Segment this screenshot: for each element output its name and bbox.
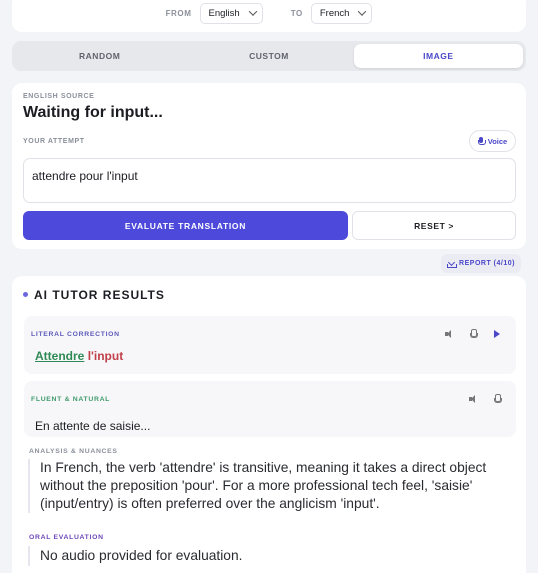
fluent-natural-section: FLUENT & NATURAL En attente de saisie...	[24, 381, 516, 437]
fluent-natural-label: FLUENT & NATURAL	[31, 396, 111, 403]
mode-tabs: RANDOM CUSTOM IMAGE	[12, 41, 526, 71]
chevron-down-icon	[358, 7, 367, 16]
download-icon	[447, 260, 458, 268]
reset-button[interactable]: RESET >	[352, 211, 516, 240]
from-label: FROM	[165, 8, 192, 18]
speaker-icon[interactable]	[469, 394, 479, 404]
attempt-input[interactable]: attendre pour l'input	[23, 158, 516, 203]
evaluate-button[interactable]: EVALUATE TRANSLATION	[23, 211, 348, 240]
to-language-select[interactable]: French	[310, 2, 373, 24]
report-button-label: REPORT (4/10)	[459, 260, 515, 267]
voice-button[interactable]: Voice	[469, 130, 516, 152]
tab-image[interactable]: IMAGE	[353, 44, 523, 68]
source-text: Waiting for input...	[23, 104, 163, 121]
from-language-select[interactable]: English	[199, 2, 263, 24]
attempt-label: YOUR ATTEMPT	[23, 138, 85, 145]
results-title: AI TUTOR RESULTS	[34, 288, 165, 302]
mic-icon	[477, 136, 486, 146]
literal-correction-label: LITERAL CORRECTION	[31, 331, 120, 338]
literal-correction-text: Attendre l'input	[35, 349, 123, 363]
correct-word: Attendre	[35, 349, 85, 363]
language-selector-bar: FROM English TO French	[12, 0, 526, 32]
incorrect-word: l'input	[87, 349, 124, 363]
mic-icon[interactable]	[468, 329, 478, 339]
play-icon[interactable]	[492, 329, 502, 339]
voice-button-label: Voice	[487, 136, 508, 146]
analysis-label: ANALYSIS & NUANCES	[29, 448, 118, 455]
to-language-value: French	[319, 7, 350, 19]
mic-icon[interactable]	[492, 394, 502, 404]
tutor-results-panel: AI TUTOR RESULTS LITERAL CORRECTION Atte…	[12, 276, 526, 573]
from-language-value: English	[208, 7, 240, 19]
report-button[interactable]: REPORT (4/10)	[441, 254, 521, 273]
source-label: ENGLISH SOURCE	[23, 93, 95, 100]
oral-evaluation-label: ORAL EVALUATION	[29, 534, 104, 541]
literal-correction-section: LITERAL CORRECTION Attendre l'input	[24, 316, 516, 374]
oral-evaluation-text: No audio provided for evaluation.	[28, 546, 518, 566]
translation-card: ENGLISH SOURCE Waiting for input... YOUR…	[12, 83, 526, 249]
bullet-dot	[23, 292, 28, 297]
fluent-natural-text: En attente de saisie...	[35, 419, 151, 433]
analysis-text: In French, the verb 'attendre' is transi…	[28, 459, 518, 513]
chevron-down-icon	[248, 7, 257, 16]
tab-custom[interactable]: CUSTOM	[184, 44, 353, 68]
speaker-icon[interactable]	[445, 329, 455, 339]
to-label: TO	[290, 8, 303, 18]
tab-random[interactable]: RANDOM	[15, 44, 184, 68]
